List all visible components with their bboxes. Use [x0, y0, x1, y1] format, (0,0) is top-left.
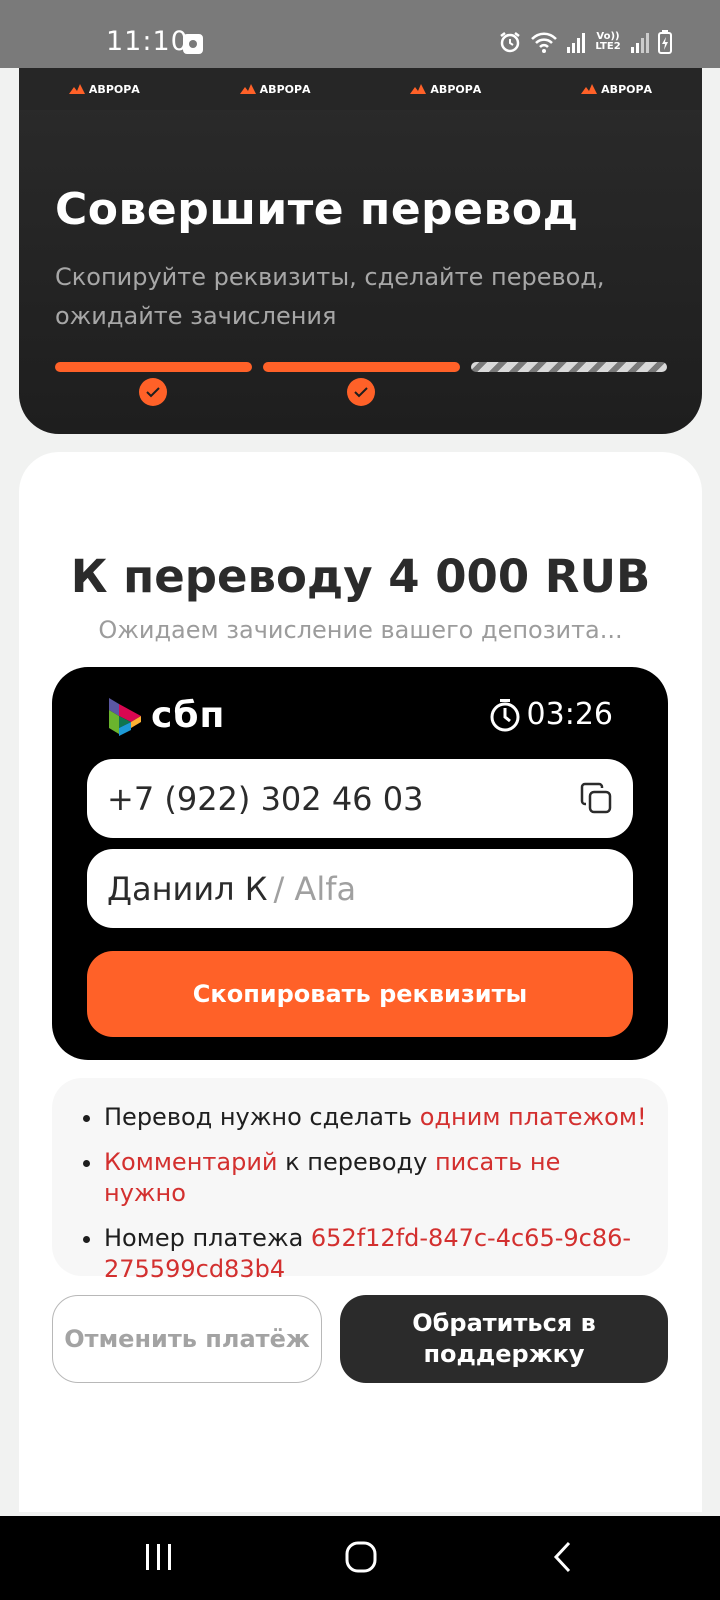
- page-subtitle: Скопируйте реквизиты, сделайте перевод, …: [55, 263, 605, 330]
- countdown-timer: 03:26: [489, 697, 613, 732]
- copy-details-button[interactable]: Скопировать реквизиты: [87, 951, 633, 1037]
- sbp-logo-text: сбп: [151, 695, 226, 736]
- phone-number: +7 (922) 302 46 03: [107, 779, 424, 818]
- wifi-icon: [531, 32, 557, 53]
- status-bar: 11:10 Vo)) LTE2: [0, 0, 720, 68]
- progress-step-3: [471, 362, 667, 372]
- back-icon[interactable]: [551, 1540, 575, 1574]
- list-item: Комментарий к переводу писать не нужно: [104, 1147, 648, 1209]
- sbp-logo: сбп: [107, 695, 225, 736]
- alarm-icon: [500, 32, 520, 53]
- phone-field[interactable]: +7 (922) 302 46 03: [87, 759, 633, 838]
- brand-logo: АВРОРА: [410, 83, 481, 96]
- contact-support-button[interactable]: Обратиться в поддержку: [340, 1295, 668, 1383]
- transfer-amount-title: К переводу 4 000 RUB: [70, 550, 651, 603]
- page-title: Совершите перевод: [55, 184, 579, 235]
- aurora-logo-icon: [410, 84, 427, 94]
- progress-step-2: [263, 362, 460, 372]
- sbp-logo-icon: [109, 697, 141, 736]
- recent-apps-icon[interactable]: [144, 1540, 174, 1574]
- brand-strip: АВРОРА АВРОРА АВРОРА АВРОРА: [19, 68, 702, 110]
- aurora-logo-icon: [239, 84, 256, 94]
- recipient-bank: / Alfa: [273, 869, 357, 908]
- copy-icon[interactable]: [579, 781, 613, 815]
- payment-notes: Перевод нужно сделать одним платежом! Ко…: [52, 1078, 668, 1283]
- recipient-field: Даниил К / Alfa: [87, 849, 633, 928]
- progress-step-1: [55, 362, 252, 372]
- list-item: Перевод нужно сделать одним платежом!: [104, 1102, 648, 1133]
- home-icon[interactable]: [344, 1540, 378, 1574]
- waiting-status: Ожидаем зачисление вашего депозита...: [98, 616, 623, 644]
- brand-logo: АВРОРА: [581, 83, 652, 96]
- brand-logo: АВРОРА: [68, 83, 140, 96]
- stopwatch-icon: [490, 698, 520, 731]
- lte-label: Vo)) LTE2: [595, 31, 621, 52]
- cancel-payment-button[interactable]: Отменить платёж: [52, 1295, 322, 1383]
- signal-2-icon: [631, 33, 649, 53]
- transfer-card: К переводу 4 000 RUB Ожидаем зачисление …: [19, 452, 702, 1512]
- hero-header: АВРОРА АВРОРА АВРОРА АВРОРА Совершите пе…: [19, 68, 702, 434]
- payment-details-box: сбп 03:26 +7 (922) 302 46 03 Даниил К / …: [52, 667, 668, 1060]
- list-item: Номер платежа 652f12fd-847c-4c65-9c86-27…: [104, 1223, 648, 1285]
- status-icons: Vo)) LTE2: [498, 30, 672, 54]
- aurora-logo-icon: [68, 84, 85, 94]
- step-progress: [55, 362, 667, 372]
- recipient-name: Даниил К: [107, 869, 268, 908]
- step-1-check-icon: [139, 378, 167, 406]
- timer-value: 03:26: [526, 697, 613, 732]
- signal-icon: [567, 33, 585, 53]
- battery-charging-icon: [658, 30, 672, 54]
- brand-logo: АВРОРА: [239, 83, 311, 96]
- system-nav-bar: [0, 1516, 720, 1600]
- aurora-logo-icon: [581, 84, 598, 94]
- notification-app-icon: [183, 34, 203, 54]
- status-time: 11:10: [106, 26, 189, 57]
- step-2-check-icon: [347, 378, 375, 406]
